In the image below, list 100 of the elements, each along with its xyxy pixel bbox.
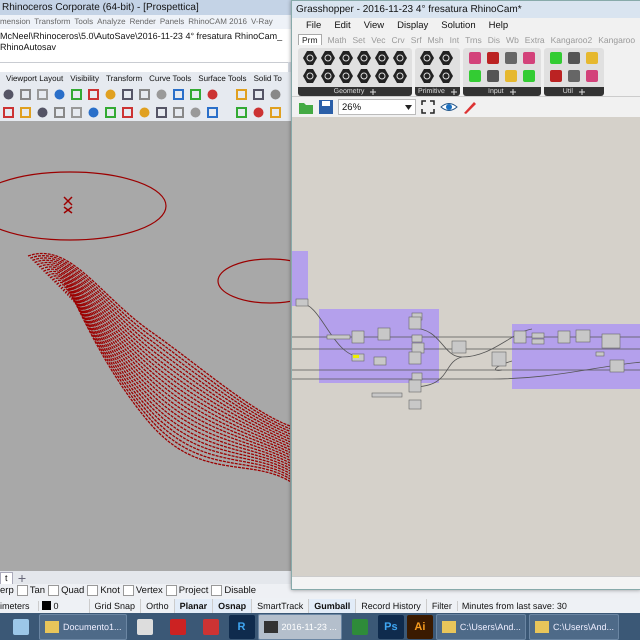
toolbar-icon[interactable] (121, 106, 134, 119)
menu-item[interactable]: mension (0, 17, 30, 26)
menu-item[interactable]: Edit (334, 20, 351, 31)
toolbar-icon[interactable] (70, 88, 83, 102)
menu-item[interactable]: Solution (441, 20, 476, 31)
taskbar-button[interactable]: C:\Users\And... (528, 614, 619, 640)
graph-node[interactable] (378, 328, 390, 340)
expand-icon[interactable] (370, 88, 376, 94)
menu-item[interactable]: Help (488, 20, 508, 31)
graph-node[interactable] (412, 372, 422, 380)
expand-icon[interactable] (510, 88, 516, 94)
toolbar-icon[interactable] (87, 88, 100, 102)
menu-item[interactable]: File (306, 20, 322, 31)
taskbar-app-icon[interactable]: Ai (406, 614, 433, 639)
component-icon[interactable] (320, 68, 336, 84)
graph-node[interactable] (596, 352, 604, 356)
status-pane[interactable]: Osnap (212, 598, 252, 613)
graph-node[interactable] (532, 332, 544, 338)
menu-item[interactable]: Transform (34, 17, 70, 26)
component-icon[interactable] (302, 68, 318, 84)
component-icon[interactable] (338, 50, 354, 66)
component-icon[interactable] (566, 50, 582, 66)
taskbar-button[interactable]: C:\Users\And... (436, 614, 526, 640)
toolbar-icon[interactable] (172, 88, 185, 102)
toolbar-icon[interactable] (2, 88, 15, 102)
component-icon[interactable] (374, 68, 390, 84)
toolbar-icon[interactable] (252, 88, 265, 102)
expand-icon[interactable] (578, 88, 585, 94)
graph-node[interactable] (408, 316, 422, 330)
graph-node[interactable] (296, 298, 308, 306)
graph-node[interactable] (514, 330, 526, 344)
graph-node[interactable] (412, 342, 424, 354)
menu-item[interactable]: Panels (160, 17, 184, 26)
menu-item[interactable]: V-Ray (250, 17, 273, 26)
graph-node[interactable] (576, 330, 590, 342)
menu-item[interactable]: Tools (74, 17, 94, 26)
toolbar-tab[interactable]: Surface Tools (198, 74, 247, 84)
toolbar-icon[interactable] (104, 106, 117, 119)
graph-node[interactable] (408, 380, 422, 392)
graph-node[interactable] (492, 352, 506, 366)
component-icon[interactable] (302, 50, 318, 66)
component-icon[interactable] (338, 68, 354, 84)
component-icon[interactable] (484, 68, 501, 84)
taskbar-app-icon[interactable]: Ps (378, 614, 404, 639)
toolbar-icon[interactable] (2, 106, 15, 119)
checkbox[interactable] (122, 585, 134, 596)
toolbar-icon[interactable] (206, 88, 219, 102)
menu-item[interactable]: View (364, 20, 384, 31)
toolbar-icon[interactable] (172, 106, 185, 119)
graph-node[interactable] (452, 340, 466, 354)
graph-node[interactable] (408, 400, 422, 410)
toolbar-tab[interactable]: Transform (106, 74, 142, 84)
toolbar-tab[interactable]: Curve Tools (149, 74, 192, 84)
component-icon[interactable] (392, 68, 408, 84)
toolbar-tab[interactable]: Solid To (254, 74, 282, 84)
graph-node[interactable] (532, 338, 544, 344)
graph-node[interactable] (326, 334, 350, 340)
graph-node[interactable] (610, 360, 624, 372)
menu-item[interactable]: Display (397, 20, 428, 31)
toolbar-tab[interactable]: Visibility (70, 74, 99, 84)
toolbar-icon[interactable] (269, 88, 282, 102)
toolbar-icon[interactable] (235, 106, 248, 119)
toolbar-icon[interactable] (53, 88, 66, 102)
component-tab[interactable]: Prm (298, 34, 322, 45)
component-icon[interactable] (320, 50, 336, 66)
checkbox[interactable] (16, 585, 28, 596)
component-icon[interactable] (374, 50, 390, 66)
graph-node[interactable] (353, 355, 359, 358)
toolbar-icon[interactable] (36, 106, 49, 119)
graph-node[interactable] (408, 352, 422, 364)
graph-node[interactable] (412, 334, 422, 342)
toolbar-icon[interactable] (189, 88, 202, 102)
toolbar-tab[interactable]: Viewport Layout (6, 74, 64, 84)
save-icon[interactable] (318, 99, 334, 115)
component-icon[interactable] (438, 50, 454, 66)
toolbar-icon[interactable] (87, 106, 100, 119)
checkbox[interactable] (166, 585, 177, 596)
toolbar-icon[interactable] (53, 106, 66, 119)
toolbar-icon[interactable] (155, 106, 168, 119)
toolbar-icon[interactable] (19, 88, 32, 102)
component-icon[interactable] (419, 50, 435, 66)
taskbar-app-icon[interactable]: R (228, 614, 255, 639)
toolbar-icon[interactable] (206, 106, 219, 119)
checkbox[interactable] (48, 585, 60, 596)
zoom-dropdown[interactable]: 26% (338, 99, 416, 115)
graph-node[interactable] (602, 334, 620, 348)
zoom-extents-icon[interactable] (420, 99, 436, 115)
status-pane[interactable]: Gumball (308, 598, 356, 613)
checkbox[interactable] (87, 585, 98, 596)
component-icon[interactable] (392, 50, 408, 66)
menu-item[interactable]: RhinoCAM 2016 (188, 17, 247, 26)
graph-node[interactable] (558, 330, 570, 344)
status-pane[interactable]: Planar (174, 598, 212, 613)
menu-item[interactable]: Analyze (97, 17, 126, 26)
expand-icon[interactable] (450, 88, 457, 94)
component-icon[interactable] (356, 68, 372, 84)
component-icon[interactable] (438, 68, 454, 84)
toolbar-icon[interactable] (138, 88, 151, 102)
component-icon[interactable] (356, 50, 372, 66)
toolbar-icon[interactable] (252, 106, 265, 119)
